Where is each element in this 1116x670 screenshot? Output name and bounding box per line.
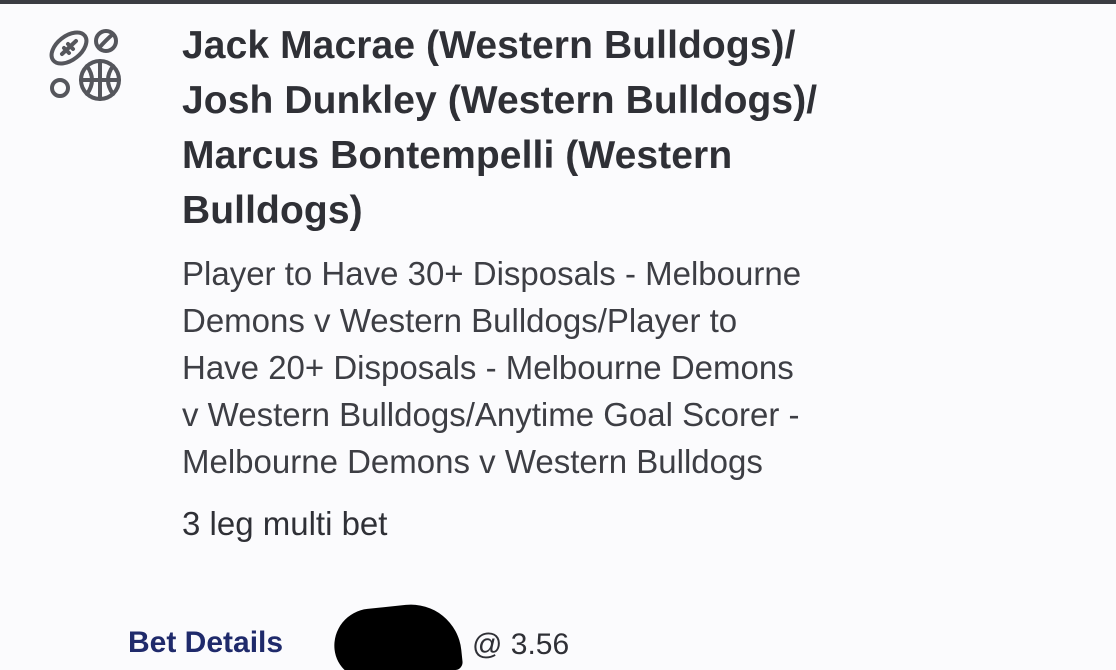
description-line: Demons v Western Bulldogs/Player to (182, 302, 738, 339)
bet-type-label: 3 leg multi bet (182, 505, 388, 542)
description-line: Have 20+ Disposals - Melbourne Demons (182, 349, 794, 386)
bet-content: Jack Macrae (Western Bulldogs)/ Josh Dun… (182, 18, 982, 547)
bet-odds: @ 3.56 (472, 628, 570, 661)
bet-summary-row: Bet Details @ 3.56 (128, 599, 728, 670)
market-description: Player to Have 30+ Disposals - Melbourne… (182, 250, 972, 485)
bet-card: Jack Macrae (Western Bulldogs)/ Josh Dun… (0, 0, 1116, 670)
description-line: v Western Bulldogs/Anytime Goal Scorer - (182, 396, 800, 433)
title-line: Josh Dunkley (Western Bulldogs)/ (182, 79, 818, 122)
description-line: Player to Have 30+ Disposals - Melbourne (182, 255, 802, 292)
top-divider (0, 0, 1116, 4)
redacted-stake (330, 599, 464, 670)
title-line: Bulldogs) (182, 189, 363, 232)
description-line: Melbourne Demons v Western Bulldogs (182, 443, 763, 480)
multi-sport-icon (49, 29, 121, 101)
selection-title: Jack Macrae (Western Bulldogs)/ Josh Dun… (182, 18, 982, 238)
title-line: Jack Macrae (Western Bulldogs)/ (182, 24, 796, 67)
bet-details-link[interactable]: Bet Details (128, 626, 283, 660)
title-line: Marcus Bontempelli (Western (182, 134, 733, 177)
